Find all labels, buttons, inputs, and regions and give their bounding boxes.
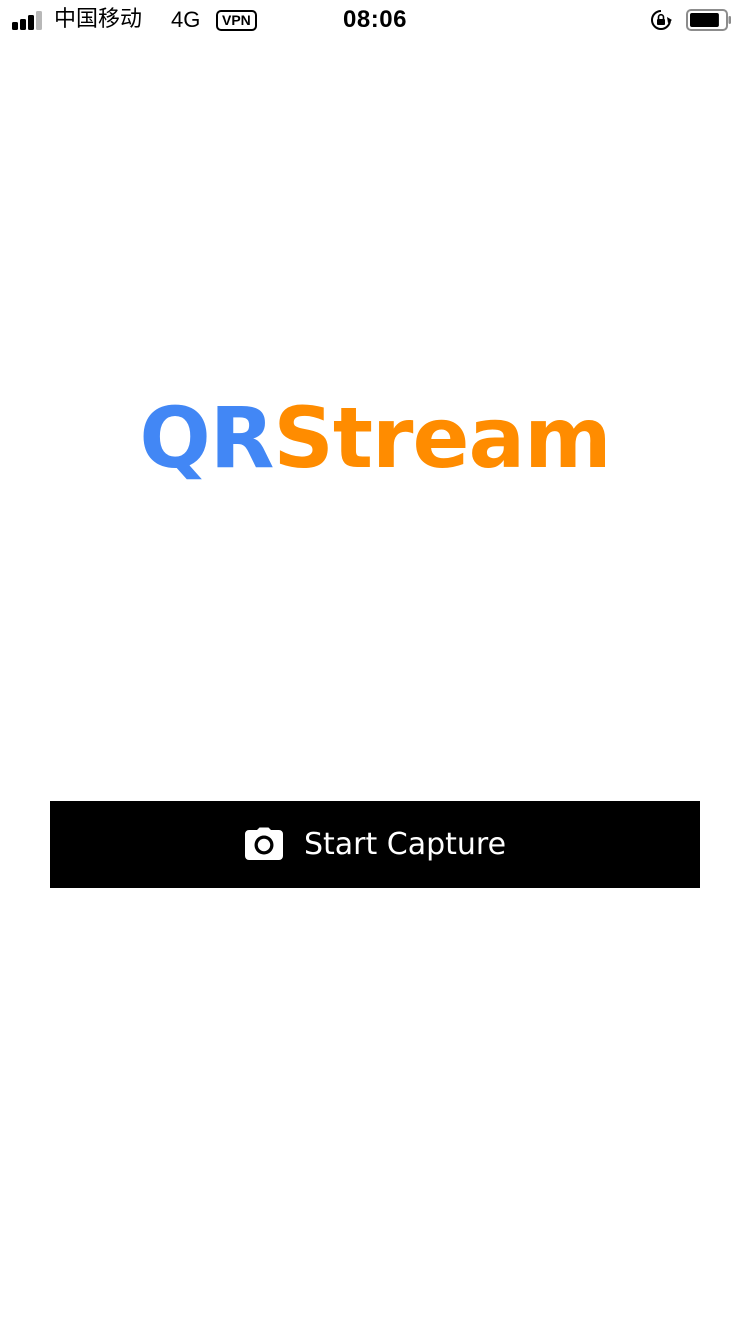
logo-stream: Stream [273, 389, 611, 487]
status-time: 08:06 [343, 6, 407, 33]
start-capture-label: Start Capture [303, 826, 507, 862]
battery-icon [686, 9, 731, 31]
camera-icon [244, 827, 283, 860]
start-capture-button[interactable]: Start Capture [50, 801, 700, 888]
logo-qr: QR [139, 389, 274, 487]
battery-level-fill [690, 13, 719, 27]
orientation-lock-icon [651, 10, 672, 30]
app-logo: QRStream [0, 388, 750, 488]
screen: 中国移动 4G VPN 08:06 QRStream Start Capture [0, 0, 750, 1334]
status-bar: 中国移动 4G VPN 08:06 [0, 0, 750, 40]
